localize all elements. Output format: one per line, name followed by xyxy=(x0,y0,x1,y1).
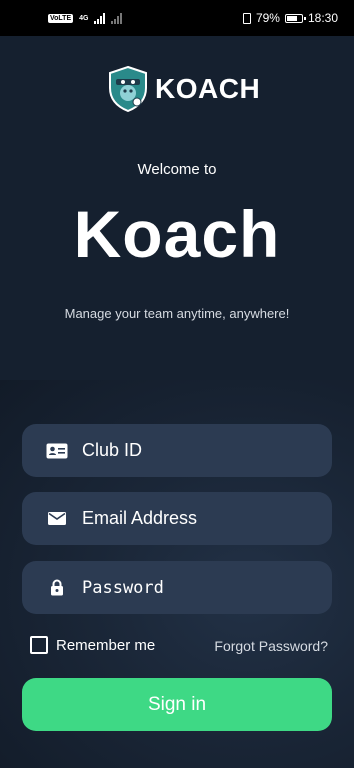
logo-text: KOACH xyxy=(155,73,261,104)
mail-icon xyxy=(46,508,68,530)
remember-me-checkbox[interactable] xyxy=(30,636,48,654)
battery-icon xyxy=(284,13,306,23)
app-logo: KOACH xyxy=(107,66,260,112)
email-input[interactable] xyxy=(82,508,302,529)
status-right: 79% 18:30 xyxy=(242,11,338,25)
status-bar: VoLTE 4G 79% 18:30 xyxy=(0,0,354,36)
app-title: Koach xyxy=(73,197,281,271)
remember-me[interactable]: Remember me xyxy=(30,636,155,654)
network-type: 4G xyxy=(79,14,89,22)
vibrate-icon xyxy=(242,12,251,24)
sign-in-button[interactable]: Sign in xyxy=(22,678,332,731)
password-field[interactable] xyxy=(22,561,332,614)
subtitle: Manage your team anytime, anywhere! xyxy=(64,306,290,321)
volte-badge: VoLTE xyxy=(48,13,74,23)
remember-me-label: Remember me xyxy=(56,636,156,654)
signal-icon xyxy=(94,12,106,24)
koach-shield-logo-icon xyxy=(109,66,147,112)
email-field[interactable] xyxy=(22,492,332,545)
status-left: VoLTE 4G xyxy=(48,12,123,24)
club-id-input[interactable] xyxy=(82,440,302,461)
id-card-icon xyxy=(46,440,68,462)
lock-icon xyxy=(46,577,68,599)
club-id-field[interactable] xyxy=(22,424,332,477)
forgot-password-link[interactable]: Forgot Password? xyxy=(214,638,328,654)
welcome-text: Welcome to xyxy=(137,161,217,178)
password-input[interactable] xyxy=(82,577,302,598)
battery-percent: 79% xyxy=(255,11,280,25)
signal-secondary-icon xyxy=(111,12,123,24)
clock: 18:30 xyxy=(307,11,338,25)
